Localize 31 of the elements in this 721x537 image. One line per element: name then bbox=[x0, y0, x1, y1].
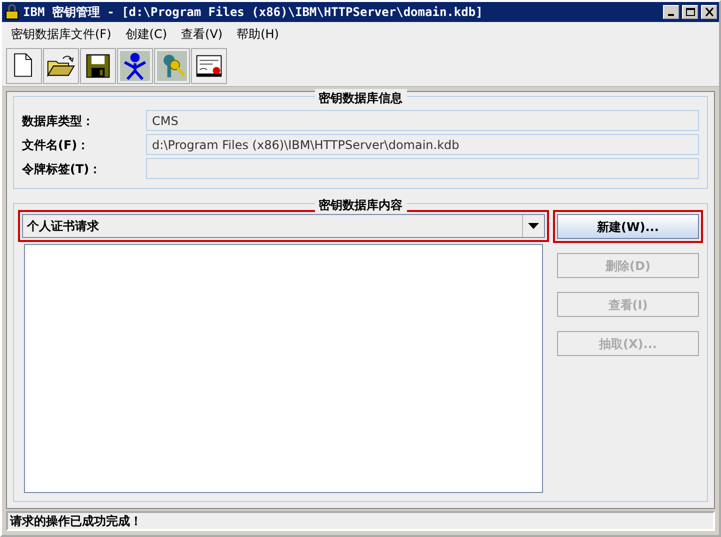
keys-icon bbox=[157, 51, 187, 81]
field-label: 数据库类型： bbox=[22, 112, 95, 130]
close-button[interactable] bbox=[701, 5, 717, 19]
text-field[interactable]: d:\Program Files (x86)\IBM\HTTPServer\domain.kdb bbox=[146, 134, 699, 155]
caret-icon bbox=[528, 223, 539, 229]
window-title: IBM 密钥管理 - [d:\Program Files (x86)\IBM\HTTPServer\domain.kdb] bbox=[23, 4, 484, 21]
menu-item[interactable]: 帮助(H) bbox=[232, 24, 284, 44]
minimize-button[interactable] bbox=[663, 5, 679, 19]
toolbar-button[interactable] bbox=[117, 48, 153, 84]
toolbar-button[interactable] bbox=[191, 48, 227, 84]
toolbar-button[interactable] bbox=[6, 48, 42, 84]
action-button[interactable]: 新建(W)... bbox=[557, 214, 699, 239]
text-field[interactable] bbox=[146, 158, 699, 179]
menu-item[interactable]: 查看(V) bbox=[176, 24, 228, 44]
menu-item[interactable]: 创建(C) bbox=[120, 24, 172, 44]
lock-icon bbox=[4, 4, 20, 20]
group-title: 密钥数据库内容 bbox=[314, 196, 406, 214]
text-field[interactable]: CMS bbox=[146, 110, 699, 131]
maximize-icon bbox=[684, 7, 696, 17]
status-bar: 请求的操作已成功完成！ bbox=[6, 511, 715, 531]
field-label: 令牌标签(T)： bbox=[22, 160, 102, 178]
close-icon bbox=[704, 7, 714, 17]
menu-item[interactable]: 密钥数据库文件(F) bbox=[6, 24, 116, 44]
person-icon bbox=[120, 51, 150, 81]
toolbar-button[interactable] bbox=[80, 48, 116, 84]
field-label: 文件名(F)： bbox=[22, 136, 90, 154]
dropdown[interactable]: 个人证书请求 bbox=[22, 214, 545, 238]
toolbar-button[interactable] bbox=[43, 48, 79, 84]
minimize-icon bbox=[668, 14, 674, 16]
maximize-button[interactable] bbox=[682, 5, 698, 19]
group-title: 密钥数据库信息 bbox=[314, 89, 406, 107]
